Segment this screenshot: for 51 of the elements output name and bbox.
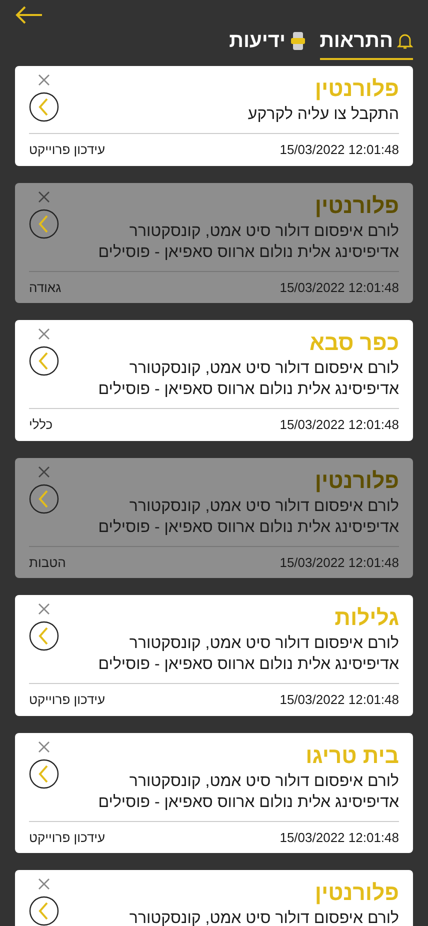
title: פלורנטין — [314, 192, 399, 220]
message-text: אדיפיסינג אלית נולום ארווס סאפיאן - פוסילים — [98, 380, 399, 400]
category-label: כללי — [29, 416, 53, 434]
message-text: אדיפיסינג אלית נולום ארווס סאפיאן - פוסילים — [98, 518, 399, 538]
tab[interactable]: ידיעות — [229, 26, 306, 60]
chevron-button[interactable] — [29, 346, 59, 376]
message-text: לורם איפסום דולור סיט אמט, קונסקטורר — [129, 909, 399, 926]
chevron-button[interactable] — [29, 621, 59, 651]
bell-icon — [397, 32, 413, 50]
title: בית טריגו — [306, 742, 399, 770]
title: פלורנטין — [314, 466, 399, 494]
phone-icon — [290, 31, 306, 51]
message-text: לורם איפסום דולור סיט אמט, קונסקטורר — [129, 772, 399, 792]
message-text: אדיפיסינג אלית נולום ארווס סאפיאן - פוסילים — [98, 792, 399, 812]
close-icon[interactable] — [38, 878, 50, 890]
timestamp: 15/03/2022 12:01:48 — [280, 416, 399, 434]
chevron-button[interactable] — [29, 896, 59, 926]
message-text: לורם איפסום דולור סיט אמט, קונסקטורר — [129, 496, 399, 516]
timestamp: 15/03/2022 12:01:48 — [280, 691, 399, 709]
message-text: לורם איפסום דולור סיט אמט, קונסקטורר — [129, 222, 399, 242]
message-text: לורם איפסום דולור סיט אמט, קונסקטורר — [129, 634, 399, 654]
close-icon[interactable] — [38, 603, 50, 615]
close-icon[interactable] — [38, 740, 50, 752]
category-label: הטבות — [29, 554, 66, 572]
close-icon[interactable] — [38, 74, 50, 86]
message-text: אדיפיסינג אלית נולום ארווס סאפיאן - פוסילים — [98, 655, 399, 675]
category-label: עידכון פרוייקט — [29, 691, 106, 709]
tab[interactable]: התראות — [320, 26, 413, 60]
category-label: עידכון פרוייקט — [29, 828, 106, 846]
timestamp: 15/03/2022 12:01:48 — [280, 141, 399, 159]
category-label: עידכון פרוייקט — [29, 141, 106, 159]
message-text: התקבל צו עליה לקרקע — [248, 105, 399, 125]
chevron-button[interactable] — [29, 92, 59, 122]
timestamp: 15/03/2022 12:01:48 — [280, 278, 399, 296]
timestamp: 15/03/2022 12:01:48 — [280, 554, 399, 572]
close-icon[interactable] — [38, 328, 50, 340]
category-label: גאודה — [29, 278, 62, 296]
message-text: לורם איפסום דולור סיט אמט, קונסקטורר — [129, 359, 399, 379]
chevron-button[interactable] — [29, 758, 59, 788]
title: פלורנטין — [314, 879, 399, 907]
title: פלורנטין — [314, 75, 399, 103]
back-arrow-icon[interactable] — [15, 6, 43, 24]
close-icon[interactable] — [38, 466, 50, 478]
message-text: אדיפיסינג אלית נולום ארווס סאפיאן - פוסילים — [98, 242, 399, 262]
title: כפר סבא — [309, 329, 399, 357]
close-icon[interactable] — [38, 190, 50, 202]
timestamp: 15/03/2022 12:01:48 — [280, 828, 399, 846]
notification-card[interactable]: פלורנטין לורם איפסום דולור סיט אמט, קונסקטורר — [15, 870, 413, 926]
chevron-button[interactable] — [29, 484, 59, 514]
chevron-button[interactable] — [29, 208, 59, 238]
title: גלילות — [334, 604, 399, 632]
